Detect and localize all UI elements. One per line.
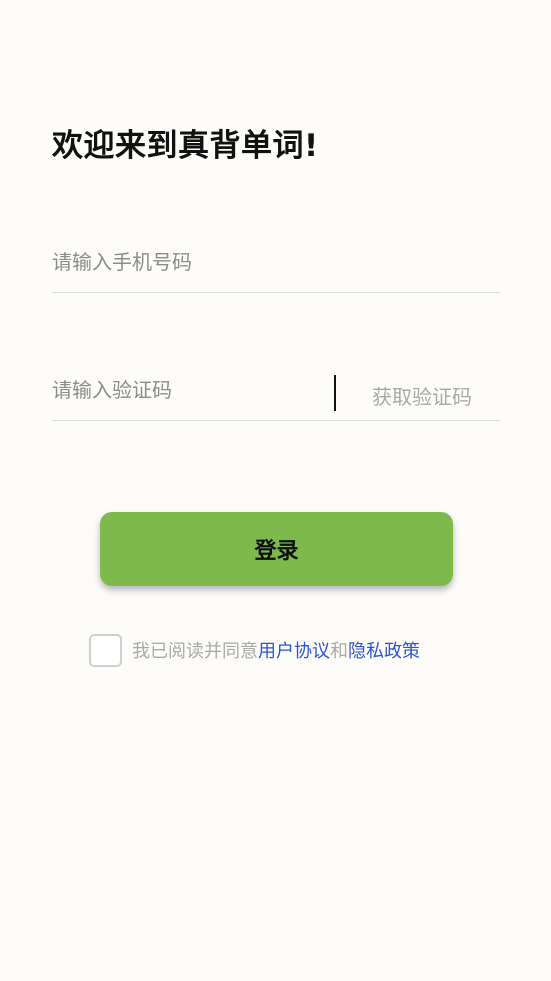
get-code-button[interactable]: 获取验证码	[372, 381, 472, 410]
privacy-policy-link[interactable]: 隐私政策	[348, 637, 420, 663]
verification-code-input[interactable]	[52, 361, 322, 419]
agreement-prefix-text: 我已阅读并同意	[132, 641, 258, 662]
login-button[interactable]: 登录	[100, 512, 453, 586]
agreement-row: 我已阅读并同意 用户协议和隐私政策	[89, 631, 420, 669]
phone-field	[52, 233, 500, 293]
welcome-title: 欢迎来到真背单词!	[52, 128, 319, 164]
user-agreement-link[interactable]: 用户协议	[258, 637, 330, 663]
agreement-joiner-text: 和	[330, 641, 348, 662]
agreement-checkbox[interactable]	[89, 633, 122, 667]
phone-input[interactable]	[52, 233, 492, 291]
code-field-divider	[334, 375, 336, 411]
verification-code-field: 获取验证码	[52, 361, 500, 421]
